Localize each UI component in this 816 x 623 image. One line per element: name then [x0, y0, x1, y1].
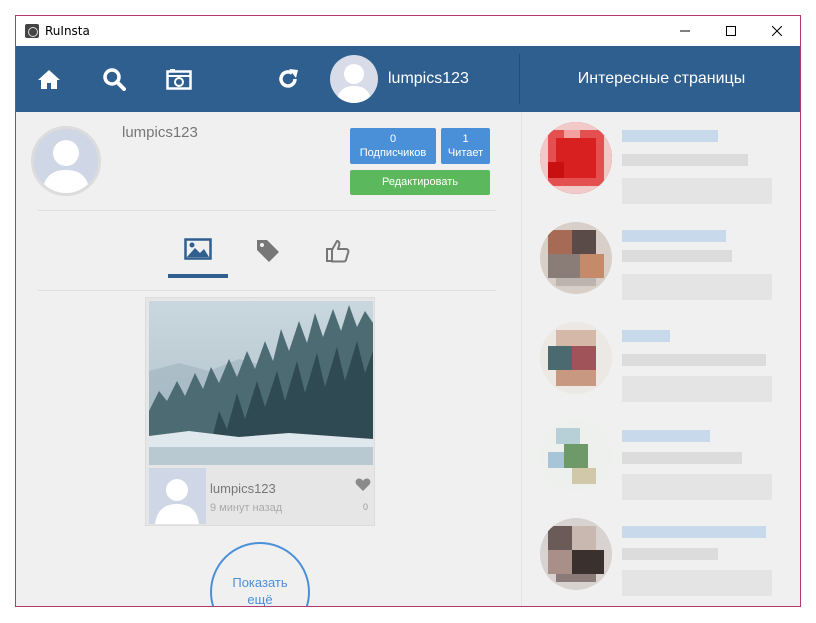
followers-label: Подписчиков: [359, 147, 427, 159]
minimize-icon: [680, 30, 690, 32]
title-bar[interactable]: RuInsta: [16, 16, 800, 46]
refresh-button[interactable]: [273, 64, 303, 94]
main-toolbar: lumpics123 Интересные страницы: [16, 46, 800, 112]
app-logo-icon: [25, 24, 39, 38]
profile-panel: lumpics123 0 Подписчиков 1 Читает Редакт…: [16, 112, 519, 607]
suggested-extra-blurred: [622, 376, 772, 402]
suggested-avatar-pixelated[interactable]: [540, 222, 612, 294]
toolbar-avatar[interactable]: [330, 55, 378, 103]
search-icon: [103, 68, 126, 91]
post-timestamp: 9 минут назад: [210, 502, 283, 514]
post-author-avatar[interactable]: [149, 468, 206, 524]
search-button[interactable]: [99, 64, 129, 94]
show-more-line2: ещё: [247, 592, 273, 607]
home-button[interactable]: [34, 64, 64, 94]
user-silhouette-icon: [336, 64, 372, 103]
window-title: RuInsta: [45, 24, 90, 38]
suggested-avatar-pixelated[interactable]: [540, 420, 612, 492]
forest-photo: [149, 301, 373, 465]
followers-button[interactable]: 0 Подписчиков: [350, 128, 436, 164]
suggested-info-blurred: [622, 250, 732, 262]
post-card[interactable]: lumpics123 9 минут назад 0: [145, 297, 375, 526]
camera-icon: [166, 69, 192, 90]
suggested-name-blurred: [622, 430, 710, 442]
minimize-button[interactable]: [662, 16, 708, 46]
close-icon: [772, 26, 782, 36]
following-count: 1: [462, 133, 469, 145]
suggested-extra-blurred: [622, 274, 772, 300]
suggested-extra-blurred: [622, 570, 772, 596]
camera-button[interactable]: [164, 64, 194, 94]
tag-icon: [257, 240, 279, 262]
suggested-extra-blurred: [622, 474, 772, 500]
tab-photos[interactable]: [168, 234, 228, 278]
suggested-avatar-pixelated[interactable]: [540, 518, 612, 590]
edit-profile-button[interactable]: Редактировать: [350, 170, 490, 195]
suggested-avatar-pixelated[interactable]: [540, 122, 612, 194]
suggested-account[interactable]: [522, 514, 800, 604]
user-silhouette-icon: [155, 479, 199, 524]
suggested-info-blurred: [622, 354, 766, 366]
user-silhouette-icon: [42, 140, 90, 193]
interesting-pages-title: Интересные страницы: [577, 70, 746, 87]
suggested-info-blurred: [622, 452, 742, 464]
suggested-account[interactable]: [522, 118, 800, 208]
following-button[interactable]: 1 Читает: [441, 128, 490, 164]
suggested-account[interactable]: [522, 218, 800, 308]
suggested-info-blurred: [622, 154, 748, 166]
suggested-name-blurred: [622, 526, 766, 538]
heart-icon: [355, 478, 371, 491]
post-like-count: 0: [362, 502, 368, 512]
tab-likes[interactable]: [308, 234, 368, 278]
interesting-pages-panel: [521, 112, 800, 606]
show-more-line1: Показать: [232, 575, 288, 590]
image-icon: [184, 238, 212, 260]
thumbs-up-icon: [326, 240, 350, 263]
suggested-name-blurred: [622, 130, 718, 142]
profile-username: lumpics123: [122, 124, 198, 141]
followers-count: 0: [389, 133, 397, 145]
profile-avatar: [31, 126, 101, 196]
home-icon: [38, 70, 60, 89]
tabs-divider: [38, 290, 496, 291]
suggested-avatar-pixelated[interactable]: [540, 322, 612, 394]
maximize-button[interactable]: [708, 16, 754, 46]
profile-divider: [38, 210, 496, 211]
suggested-extra-blurred: [622, 178, 772, 204]
show-more-button[interactable]: Показать ещё: [210, 542, 310, 607]
suggested-info-blurred: [622, 548, 718, 560]
post-username[interactable]: lumpics123: [210, 481, 276, 496]
following-label: Читает: [447, 147, 484, 159]
suggested-name-blurred: [622, 330, 670, 342]
suggested-name-blurred: [622, 230, 726, 242]
app-window: RuInsta lumpics123 Интересные страницы l…: [15, 15, 801, 607]
maximize-icon: [726, 26, 736, 36]
close-button[interactable]: [754, 16, 800, 46]
toolbar-divider: [519, 54, 520, 104]
suggested-account[interactable]: [522, 416, 800, 506]
toolbar-username[interactable]: lumpics123: [388, 70, 469, 88]
suggested-account[interactable]: [522, 318, 800, 408]
post-image[interactable]: [149, 301, 373, 465]
like-button[interactable]: [355, 478, 371, 497]
refresh-icon: [279, 69, 298, 88]
window-controls: [662, 16, 800, 46]
tab-tags[interactable]: [238, 234, 298, 278]
